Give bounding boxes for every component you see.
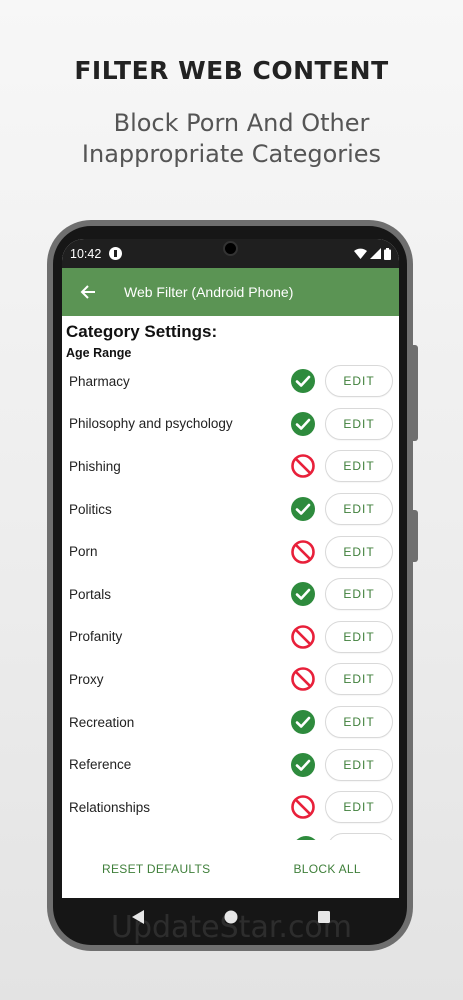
category-name: Recreation	[69, 714, 135, 730]
section-subtitle: Age Range	[66, 346, 132, 360]
category-name: Relationships	[69, 799, 151, 815]
check-circle-icon	[290, 581, 316, 607]
category-name: Phishing	[69, 458, 121, 474]
category-name: Porn	[69, 544, 98, 560]
promo-subline-line-1: Block Porn And Other	[113, 109, 370, 137]
block-icon	[290, 624, 316, 650]
reset-defaults-button[interactable]: RESET DEFAULTS	[102, 862, 210, 876]
bottom-action-bar: RESET DEFAULTS BLOCK ALL	[62, 840, 399, 898]
promo-headline: FILTER WEB CONTENT	[74, 56, 389, 85]
edit-button[interactable]: EDIT	[325, 450, 393, 483]
category-name: Portals	[69, 586, 112, 602]
promo-subline: Block Porn And Other Inappropriate Categ…	[0, 108, 463, 170]
list-item: Relationships EDIT	[66, 786, 399, 829]
check-circle-icon	[290, 709, 316, 735]
watermark: UpdateStar.com	[110, 910, 353, 945]
edit-button[interactable]: EDIT	[325, 578, 393, 611]
app-bar: Web Filter (Android Phone)	[62, 268, 399, 316]
list-item: Portals EDIT	[66, 573, 399, 616]
notification-app-icon	[109, 247, 123, 260]
edit-button[interactable]: EDIT	[325, 748, 393, 781]
check-circle-icon	[290, 496, 316, 522]
edit-button[interactable]: EDIT	[325, 407, 393, 440]
list-item: Pharmacy EDIT	[66, 360, 399, 403]
list-item: Proxy EDIT	[66, 658, 399, 701]
edit-button[interactable]: EDIT	[325, 365, 393, 398]
block-icon	[290, 539, 316, 565]
category-name: Reference	[69, 757, 132, 773]
signal-icon	[370, 248, 381, 259]
check-circle-icon	[290, 752, 316, 778]
list-item: Porn EDIT	[66, 530, 399, 573]
wifi-icon	[354, 248, 367, 259]
list-item: Philosophy and psychology EDIT	[66, 403, 399, 446]
category-list: Pharmacy EDIT Philosophy and psychology EDI…	[66, 360, 399, 829]
category-name: Philosophy and psychology	[69, 416, 233, 432]
status-bar: 10:42	[62, 239, 399, 268]
phone-volume-button	[413, 345, 418, 441]
check-circle-icon	[290, 368, 316, 394]
front-camera	[223, 241, 238, 256]
category-name: Proxy	[69, 671, 104, 687]
check-circle-icon	[290, 411, 316, 437]
list-item: Phishing EDIT	[66, 445, 399, 488]
edit-button[interactable]: EDIT	[325, 791, 393, 824]
list-item: Reference EDIT	[66, 743, 399, 786]
promo-subline-line-2: Inappropriate Categories	[81, 140, 382, 168]
edit-button[interactable]: EDIT	[325, 663, 393, 696]
category-settings: Category Settings: Age Range Pharmacy EDI…	[62, 316, 399, 849]
status-time: 10:42	[70, 246, 102, 261]
block-icon	[290, 794, 316, 820]
phone-power-button	[413, 510, 418, 562]
edit-button[interactable]: EDIT	[325, 493, 393, 526]
battery-icon	[384, 247, 391, 260]
list-item: Politics EDIT	[66, 488, 399, 531]
category-name: Pharmacy	[69, 373, 130, 389]
arrow-left-icon	[80, 285, 95, 299]
list-item: Profanity EDIT	[66, 616, 399, 659]
edit-button[interactable]: EDIT	[325, 535, 393, 568]
phone-screen: 10:42 Web Filter (Android Phone) Categor…	[62, 239, 399, 898]
category-name: Profanity	[69, 629, 123, 645]
status-icons	[354, 247, 391, 260]
back-button[interactable]	[64, 268, 112, 316]
category-name: Politics	[69, 501, 112, 517]
page-title: Category Settings:	[66, 322, 218, 341]
edit-button[interactable]: EDIT	[325, 620, 393, 653]
block-icon	[290, 453, 316, 479]
block-all-button[interactable]: BLOCK ALL	[293, 862, 360, 876]
app-bar-title: Web Filter (Android Phone)	[124, 284, 294, 300]
block-icon	[290, 666, 316, 692]
list-item: Recreation EDIT	[66, 701, 399, 744]
edit-button[interactable]: EDIT	[325, 706, 393, 739]
